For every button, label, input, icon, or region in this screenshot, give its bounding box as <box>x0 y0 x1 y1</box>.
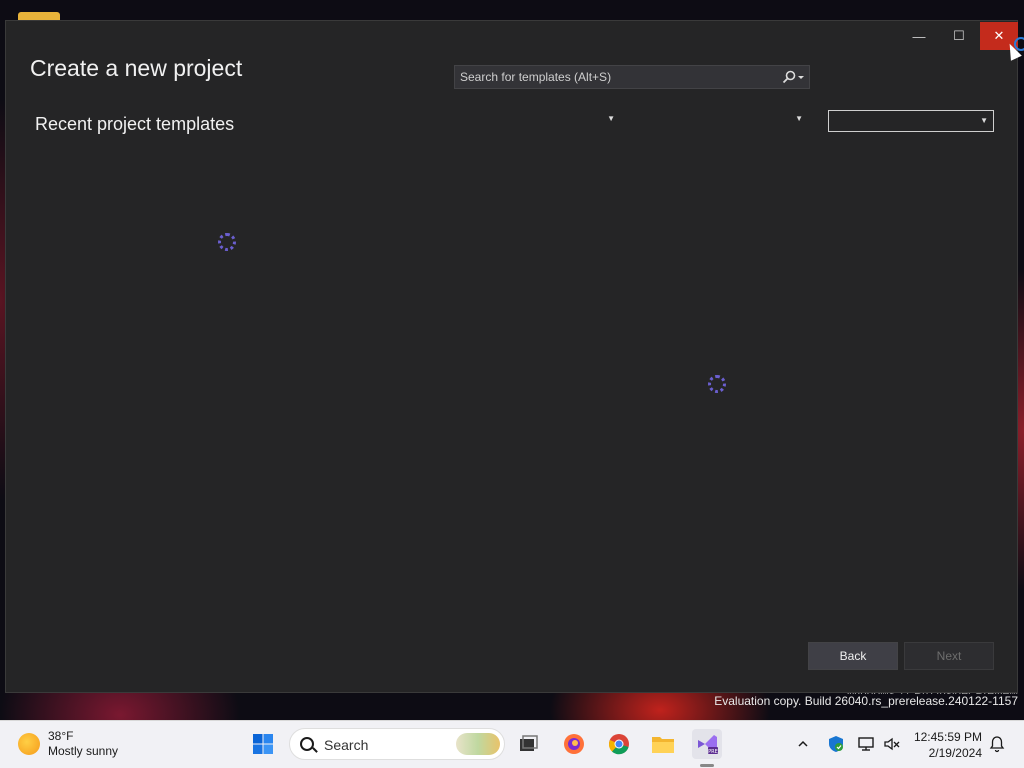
network-icon <box>858 737 874 751</box>
volume-tray-button[interactable] <box>877 729 907 759</box>
show-hidden-icons-button[interactable] <box>788 729 818 759</box>
firefox-icon <box>564 734 584 754</box>
search-highlight-image <box>456 733 500 755</box>
watermark-line-2: Evaluation copy. Build 26040.rs_prerelea… <box>714 694 1018 708</box>
minimize-button[interactable]: — <box>900 22 938 50</box>
search-placeholder: Search for templates (Alt+S) <box>460 70 612 84</box>
active-app-indicator <box>700 764 714 767</box>
taskbar-search-box[interactable]: Search <box>289 728 505 760</box>
chevron-down-icon: ▼ <box>795 114 803 123</box>
taskbar-clock[interactable]: 12:45:59 PM 2/19/2024 <box>912 729 982 761</box>
firefox-taskbar-button[interactable] <box>559 729 589 759</box>
template-search-input[interactable]: Search for templates (Alt+S) <box>454 65 810 89</box>
chevron-down-icon: ▼ <box>607 114 615 123</box>
taskbar-search-label: Search <box>324 737 369 753</box>
back-button[interactable]: Back <box>808 642 898 670</box>
visual-studio-taskbar-button[interactable]: PRE <box>692 729 722 759</box>
visual-studio-preview-icon: PRE <box>698 735 718 755</box>
clock-date: 2/19/2024 <box>928 746 982 760</box>
shield-check-icon <box>829 736 843 752</box>
weather-sun-icon <box>18 733 40 755</box>
weather-temp: 38°F <box>48 729 74 743</box>
platform-filter-dropdown[interactable]: ▼ <box>642 109 808 131</box>
page-title: Create a new project <box>30 55 243 81</box>
maximize-button[interactable]: ☐ <box>940 22 978 50</box>
chrome-taskbar-button[interactable] <box>604 729 634 759</box>
chevron-up-icon <box>798 740 808 747</box>
windows-security-tray-button[interactable] <box>821 729 851 759</box>
weather-widget[interactable]: 38°F Mostly sunny <box>18 729 118 759</box>
recent-templates-heading: Recent project templates <box>35 114 235 134</box>
search-icon <box>782 70 796 84</box>
weather-text: 38°F Mostly sunny <box>48 729 118 759</box>
project-type-filter-dropdown[interactable]: ▼ <box>828 110 994 132</box>
folder-icon <box>652 737 674 753</box>
weather-condition: Mostly sunny <box>48 744 119 758</box>
taskbar: 38°F Mostly sunny Search PRE 12:45:59 PM… <box>0 720 1024 768</box>
task-view-icon <box>520 735 538 751</box>
windows-logo-icon <box>253 734 273 754</box>
chevron-down-icon: ▼ <box>980 116 988 125</box>
templates-loading-spinner <box>708 375 726 393</box>
bell-icon <box>989 736 1005 753</box>
language-filter-dropdown[interactable]: ▼ <box>454 109 620 131</box>
next-button[interactable]: Next <box>904 642 994 670</box>
svg-text:PRE: PRE <box>708 749 718 755</box>
recent-templates-loading-spinner <box>218 233 236 251</box>
clock-time: 12:45:59 PM <box>913 730 982 744</box>
chevron-down-icon <box>798 76 804 79</box>
create-project-dialog: — ☐ ✕ Create a new project Search for te… <box>5 20 1018 693</box>
notifications-button[interactable] <box>982 729 1012 759</box>
file-explorer-taskbar-button[interactable] <box>648 729 678 759</box>
chrome-icon <box>609 734 629 755</box>
volume-muted-icon <box>884 737 900 751</box>
start-button[interactable] <box>248 729 278 759</box>
task-view-button[interactable] <box>513 729 543 759</box>
search-options[interactable] <box>782 66 805 88</box>
